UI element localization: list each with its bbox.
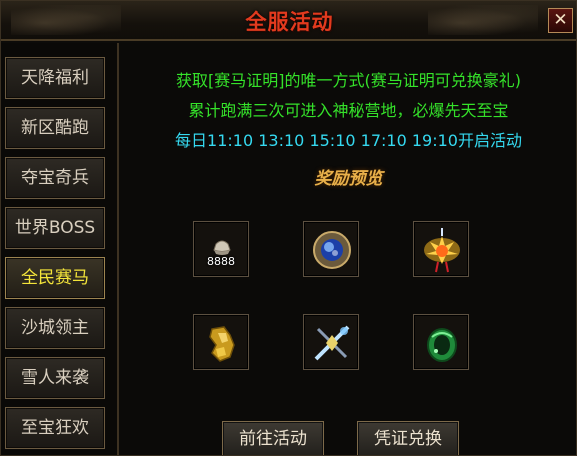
sidebar-item-zhibao-kuanghuan[interactable]: 至宝狂欢 xyxy=(5,407,105,449)
schedule-line: 每日11:10 13:10 15:10 17:10 19:10开启活动 xyxy=(175,131,522,150)
reward-slot-4[interactable] xyxy=(193,314,249,370)
reward-slot-1[interactable]: 8888 xyxy=(193,221,249,277)
goto-activity-button[interactable]: 前往活动 xyxy=(222,421,324,455)
info-line-2: 累计跑满三次可进入神秘营地，必爆先天至宝 xyxy=(188,101,509,120)
main-panel: 获取[赛马证明]的唯一方式(赛马证明可兑换豪礼) 累计跑满三次可进入神秘营地，必… xyxy=(119,43,576,455)
crossed-blades-icon xyxy=(314,325,350,361)
title-bar: 全服活动 ✕ xyxy=(1,1,576,41)
sidebar-item-quanmin-saima[interactable]: 全民赛马 xyxy=(5,257,105,299)
golden-gauntlet-icon xyxy=(209,326,235,362)
gold-ingot-icon xyxy=(213,240,231,255)
sidebar-item-xueren-laixi[interactable]: 雪人来袭 xyxy=(5,357,105,399)
sidebar-item-duobao-qibing[interactable]: 夺宝奇兵 xyxy=(5,157,105,199)
close-icon: ✕ xyxy=(553,10,568,30)
sidebar-item-shacheng-lingzhu[interactable]: 沙城领主 xyxy=(5,307,105,349)
close-button[interactable]: ✕ xyxy=(548,8,573,33)
voucher-exchange-button[interactable]: 凭证兑换 xyxy=(357,421,459,455)
reward-qty: 8888 xyxy=(207,255,235,268)
reward-slot-3[interactable] xyxy=(413,221,469,277)
activity-window: 全服活动 ✕ 天降福利 新区酷跑 夺宝奇兵 世界BOSS 全民赛马 沙城领主 雪… xyxy=(0,0,577,456)
sidebar-item-xinqu-kupao[interactable]: 新区酷跑 xyxy=(5,107,105,149)
flaming-lotus-icon xyxy=(424,228,460,273)
rewards-title: 奖励预览 xyxy=(314,169,383,189)
sidebar: 天降福利 新区酷跑 夺宝奇兵 世界BOSS 全民赛马 沙城领主 雪人来袭 至宝狂… xyxy=(1,43,119,455)
reward-slot-6[interactable] xyxy=(413,314,469,370)
jade-ring-icon xyxy=(427,328,457,362)
blue-gem-orb-icon xyxy=(313,231,351,269)
window-title: 全服活动 xyxy=(245,10,334,34)
reward-slot-5[interactable] xyxy=(303,314,359,370)
info-line-1: 获取[赛马证明]的唯一方式(赛马证明可兑换豪礼) xyxy=(176,71,521,90)
sidebar-item-world-boss[interactable]: 世界BOSS xyxy=(5,207,105,249)
reward-slot-2[interactable] xyxy=(303,221,359,277)
sidebar-item-tianjiang-fuli[interactable]: 天降福利 xyxy=(5,57,105,99)
